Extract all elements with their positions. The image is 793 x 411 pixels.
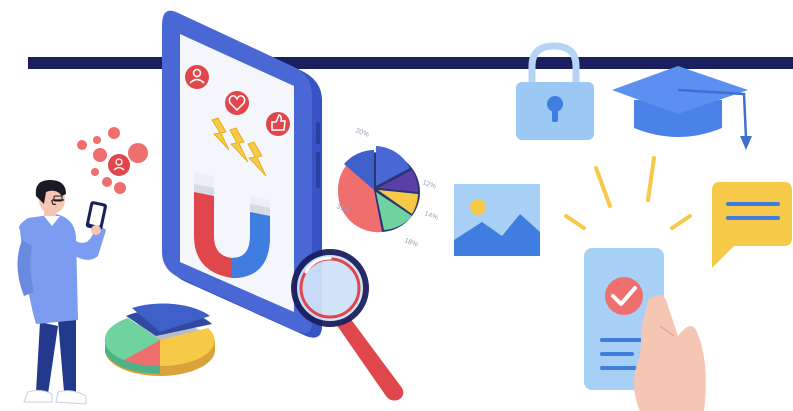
pie-label-1: 20% — [354, 127, 370, 138]
pie-chart-icon — [104, 303, 215, 376]
illustration-canvas: 20% 12% 14% 18% 31% — [17, 10, 793, 411]
image-icon — [454, 184, 540, 256]
person-figure — [17, 180, 107, 405]
reaction-bubbles — [77, 127, 148, 194]
checkmark-icon — [605, 277, 643, 315]
pie-label-4: 18% — [403, 237, 419, 248]
attention-rays — [564, 156, 692, 230]
heart-icon — [225, 91, 249, 115]
phone-side-button — [316, 122, 320, 144]
graduation-cap-icon — [612, 66, 752, 150]
thumbs-up-icon — [266, 112, 290, 136]
pie-label-2: 12% — [421, 179, 437, 190]
chat-bubble-icon — [712, 182, 792, 268]
pie-chart-icon: 20% 12% 14% 18% 31% — [335, 127, 439, 248]
user-icon — [185, 65, 209, 89]
pie-label-3: 14% — [423, 210, 439, 221]
illustration: 20% 12% 14% 18% 31% — [0, 0, 793, 411]
